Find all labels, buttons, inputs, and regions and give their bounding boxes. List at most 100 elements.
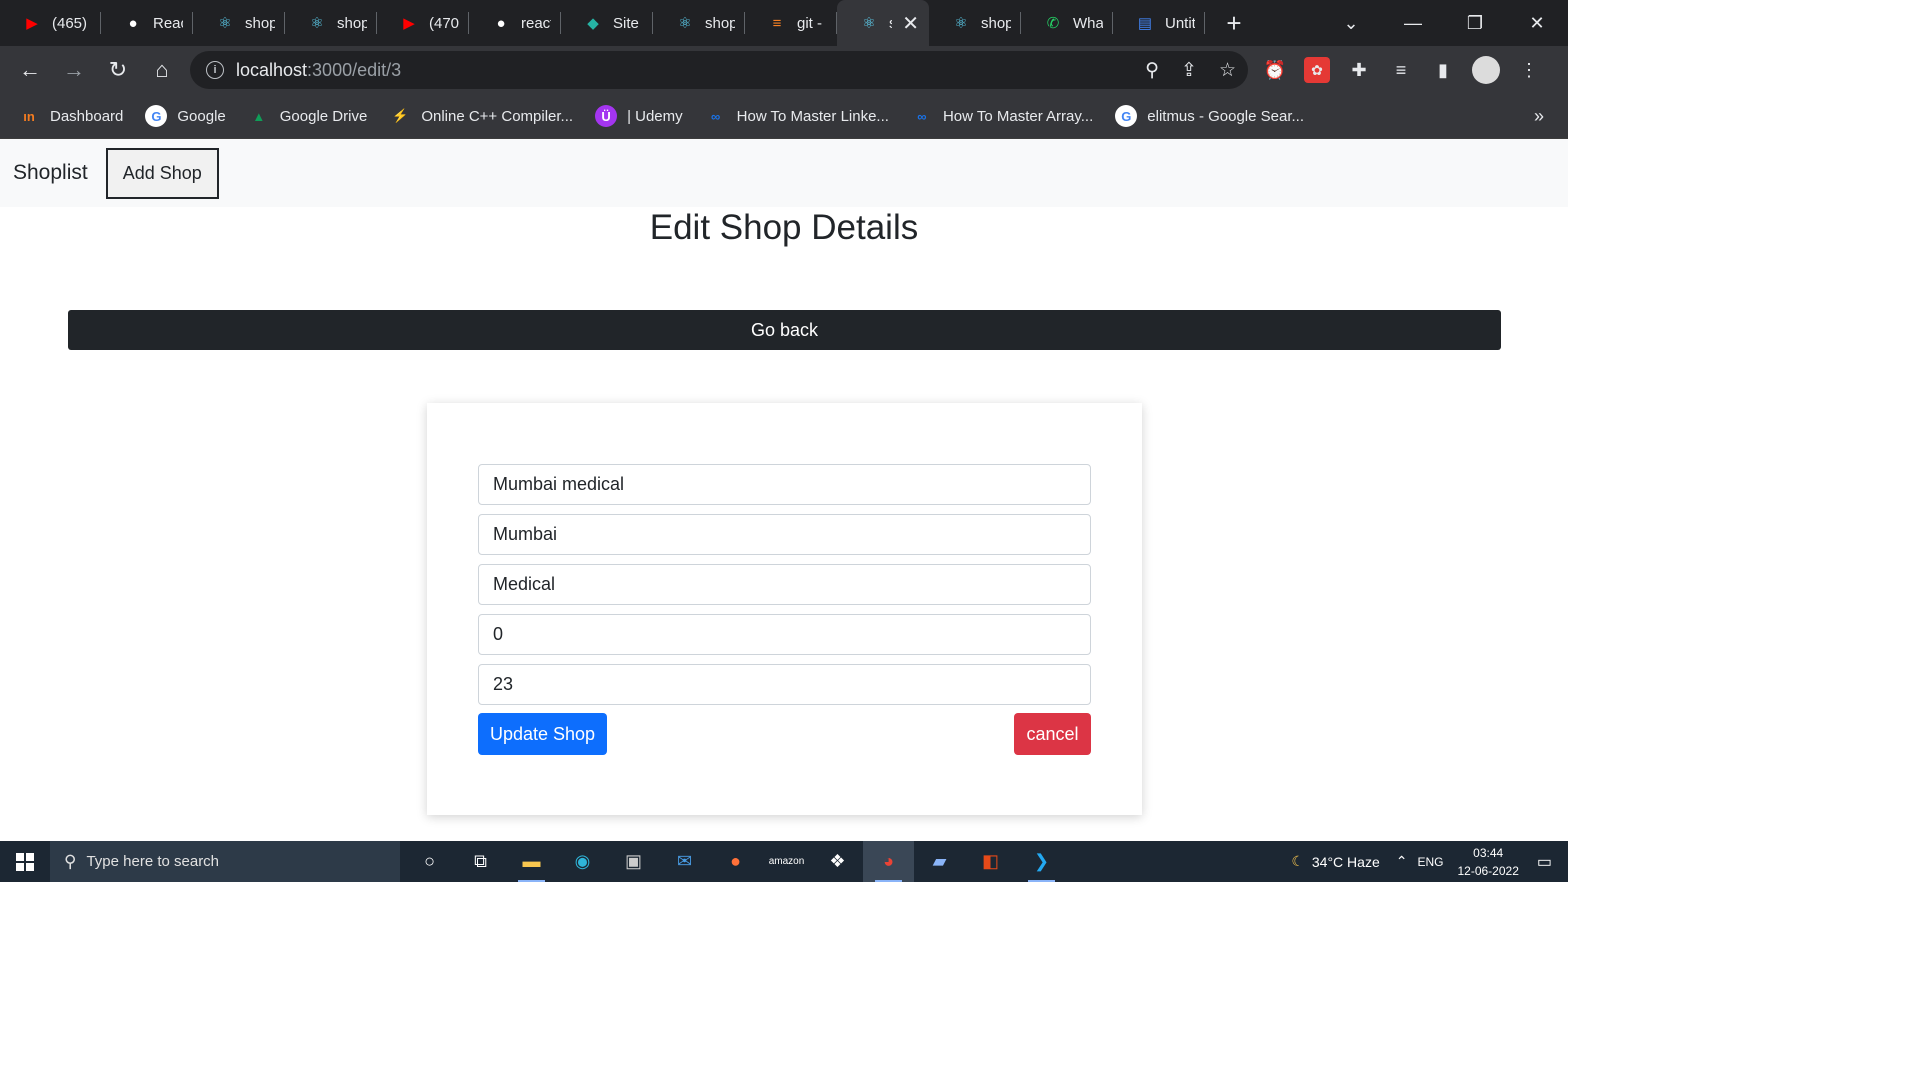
file-explorer-icon[interactable]: ▬ bbox=[506, 841, 557, 882]
weather-widget[interactable]: ☾ 34°C Haze bbox=[1291, 853, 1379, 870]
bookmark-star-icon[interactable]: ☆ bbox=[1219, 59, 1236, 82]
close-window-icon[interactable]: ✕ bbox=[1506, 13, 1568, 34]
new-tab-icon[interactable]: + bbox=[1219, 8, 1249, 39]
edit-shop-form: Update Shop cancel bbox=[427, 403, 1142, 815]
go-back-button[interactable]: Go back bbox=[68, 310, 1501, 350]
dropbox-icon[interactable]: ❖ bbox=[812, 841, 863, 882]
minimize-icon[interactable]: — bbox=[1382, 13, 1444, 34]
bookmark-item[interactable]: ⚡ Online C++ Compiler... bbox=[389, 105, 573, 127]
tab-title: React bbox=[153, 14, 183, 32]
react-icon: ⚛ bbox=[678, 15, 692, 32]
extensions-puzzle-icon[interactable]: ✚ bbox=[1346, 57, 1372, 83]
reload-icon[interactable]: ↻ bbox=[96, 57, 140, 83]
bookmark-item[interactable]: ▲ Google Drive bbox=[248, 105, 367, 127]
browser-tab[interactable]: ✆ What bbox=[1021, 0, 1113, 46]
bookmark-label: Dashboard bbox=[50, 107, 124, 125]
google-icon: G bbox=[145, 105, 168, 127]
profile-avatar[interactable] bbox=[1472, 56, 1500, 84]
tray-chevron-icon[interactable]: ⌃ bbox=[1396, 853, 1408, 870]
language-indicator[interactable]: ENG bbox=[1417, 855, 1443, 869]
tab-title: (470) bbox=[429, 14, 459, 32]
browser-tab[interactable]: ⚛ shop bbox=[929, 0, 1021, 46]
shop-city-input[interactable] bbox=[478, 514, 1091, 555]
vscode-icon[interactable]: ❯ bbox=[1016, 841, 1067, 882]
close-tab-icon[interactable]: ✕ bbox=[902, 11, 919, 36]
windows-taskbar: ⚲ Type here to search ○ ⧉ ▬ ◉ ▣ ✉ ● amaz… bbox=[0, 841, 1568, 882]
mail-icon[interactable]: ✉ bbox=[659, 841, 710, 882]
stackoverflow-icon: ≡ bbox=[772, 14, 782, 32]
browser-tab[interactable]: ● React bbox=[101, 0, 193, 46]
edge-icon[interactable]: ◉ bbox=[557, 841, 608, 882]
amazon-icon[interactable]: amazon bbox=[761, 841, 812, 882]
task-view-icon[interactable]: ⧉ bbox=[455, 841, 506, 882]
browser-tab[interactable]: ≡ git - ( bbox=[745, 0, 837, 46]
restore-icon[interactable]: ❐ bbox=[1444, 13, 1506, 34]
share-icon[interactable]: ⇪ bbox=[1181, 59, 1197, 82]
zoom-icon[interactable]: ⚲ bbox=[1145, 59, 1159, 82]
site-info-icon[interactable]: i bbox=[206, 61, 224, 79]
cortana-icon[interactable]: ○ bbox=[404, 841, 455, 882]
bookmark-item[interactable]: G Google bbox=[145, 105, 226, 127]
extension-clock-icon[interactable]: ⏰ bbox=[1262, 57, 1288, 83]
browser-tab[interactable]: ⚛ shop bbox=[193, 0, 285, 46]
browser-tab[interactable]: ◆ Site o bbox=[561, 0, 653, 46]
tab-search-icon[interactable]: ⌄ bbox=[1320, 13, 1382, 34]
store-icon[interactable]: ▣ bbox=[608, 841, 659, 882]
browser-tab[interactable]: ⚛ shop bbox=[653, 0, 745, 46]
browser-tab[interactable]: ▶ (465) bbox=[0, 0, 101, 46]
back-icon[interactable]: ← bbox=[8, 57, 52, 83]
tab-list: ▶ (465) ● React ⚛ shop ⚛ shop ▶ (470) ● react- ◆ Site… bbox=[0, 0, 1249, 46]
home-icon[interactable]: ⌂ bbox=[140, 57, 184, 83]
browser-tab[interactable]: ⚛ sl ✕ bbox=[837, 0, 929, 46]
taskbar-search[interactable]: ⚲ Type here to search bbox=[50, 841, 400, 882]
react-icon: ⚛ bbox=[310, 15, 324, 32]
bookmark-item[interactable]: ∞ How To Master Linke... bbox=[705, 105, 889, 127]
whatsapp-icon: ✆ bbox=[1046, 15, 1060, 32]
bookmark-label: How To Master Linke... bbox=[736, 107, 889, 125]
side-panel-icon[interactable]: ▮ bbox=[1430, 57, 1456, 83]
bookmark-item[interactable]: Gelitmus - Google Sear... bbox=[1115, 105, 1304, 127]
office-icon[interactable]: ◧ bbox=[965, 841, 1016, 882]
search-icon: ⚲ bbox=[64, 851, 77, 871]
docs-icon: ▤ bbox=[1137, 15, 1153, 32]
shop-name-input[interactable] bbox=[478, 464, 1091, 505]
reading-list-icon[interactable]: ≡ bbox=[1388, 57, 1414, 83]
forward-icon[interactable]: → bbox=[52, 57, 96, 83]
update-shop-button[interactable]: Update Shop bbox=[478, 713, 607, 755]
tab-title: shop bbox=[337, 14, 367, 32]
add-shop-button[interactable]: Add Shop bbox=[105, 147, 219, 199]
clock[interactable]: 03:44 12-06-2022 bbox=[1457, 844, 1518, 880]
browser-tab-strip: ▶ (465) ● React ⚛ shop ⚛ shop ▶ (470) ● react- ◆ Site… bbox=[0, 0, 1568, 46]
browser-tab[interactable]: ▤ Untitl bbox=[1113, 0, 1205, 46]
udemy-icon: Ü bbox=[595, 105, 618, 127]
extension-red-icon[interactable]: ✿ bbox=[1304, 57, 1330, 83]
browser-tab[interactable]: ▶ (470) bbox=[377, 0, 469, 46]
browser-tab[interactable]: ⚛ shop bbox=[285, 0, 377, 46]
chrome-menu-icon[interactable]: ⋮ bbox=[1516, 57, 1542, 83]
bookmark-label: Online C++ Compiler... bbox=[421, 107, 574, 125]
url-text[interactable]: localhost:3000/edit/3 bbox=[236, 60, 401, 81]
bookmark-item[interactable]: ın Dashboard bbox=[18, 105, 123, 127]
system-tray: ☾ 34°C Haze ⌃ ENG 03:44 12-06-2022 ▭ bbox=[1291, 841, 1568, 882]
react-icon: ⚛ bbox=[862, 15, 876, 32]
tab-title: Untitl bbox=[1165, 14, 1195, 32]
clock-date: 12-06-2022 bbox=[1457, 863, 1519, 878]
notifications-icon[interactable]: ▭ bbox=[1537, 852, 1552, 872]
bookmark-item[interactable]: ∞ How To Master Array... bbox=[911, 105, 1093, 127]
chrome-icon[interactable]: ◕ bbox=[863, 841, 914, 882]
remote-desktop-icon[interactable]: ▰ bbox=[914, 841, 965, 882]
cancel-button[interactable]: cancel bbox=[1014, 713, 1091, 755]
shop-category-input[interactable] bbox=[478, 564, 1091, 605]
github-icon: ● bbox=[128, 14, 138, 32]
windows-start-icon[interactable] bbox=[0, 841, 50, 882]
address-bar[interactable]: i localhost:3000/edit/3 ⚲ ⇪ ☆ bbox=[190, 51, 1248, 89]
firefox-icon[interactable]: ● bbox=[710, 841, 761, 882]
brand-link[interactable]: Shoplist bbox=[13, 161, 88, 185]
bookmark-item[interactable]: Ü | Udemy bbox=[595, 105, 683, 127]
shop-field4-input[interactable] bbox=[478, 614, 1091, 655]
bookmarks-bar: ın Dashboard G Google ▲ Google Drive ⚡ Online C… bbox=[0, 94, 1568, 139]
dashboard-icon: ın bbox=[23, 108, 35, 124]
browser-tab[interactable]: ● react- bbox=[469, 0, 561, 46]
shop-field5-input[interactable] bbox=[478, 664, 1091, 705]
bookmarks-overflow-icon[interactable]: » bbox=[1534, 106, 1544, 127]
